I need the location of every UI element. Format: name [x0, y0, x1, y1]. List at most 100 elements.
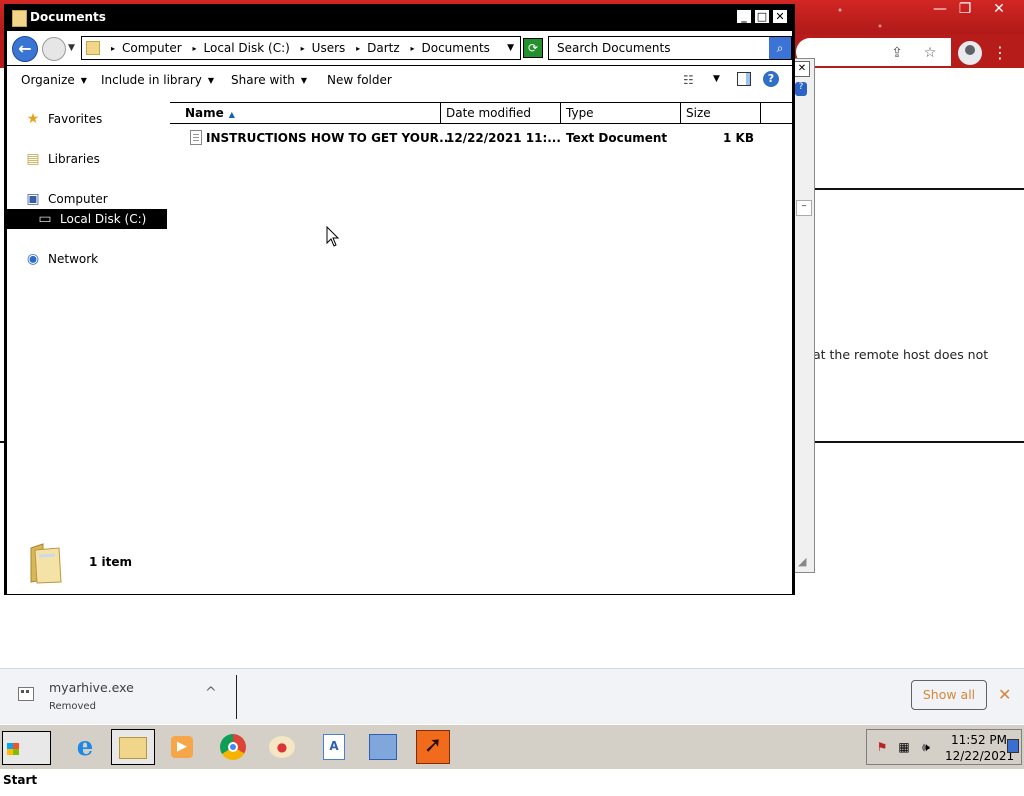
chevron-right-icon[interactable]: ▸: [410, 44, 414, 53]
chrome-close-button[interactable]: ✕: [984, 2, 1014, 18]
show-all-button[interactable]: Show all: [911, 680, 987, 710]
network-tool-icon[interactable]: [361, 729, 405, 765]
breadcrumb-users[interactable]: Users: [312, 41, 346, 55]
clock-time[interactable]: 11:52 PM: [951, 733, 1007, 747]
breadcrumb[interactable]: ▸ Computer ▸ Local Disk (C:) ▸ Users ▸ Dartz…: [81, 36, 521, 60]
volume-icon[interactable]: 🕪: [919, 740, 933, 754]
explorer-taskbar-button[interactable]: [111, 729, 155, 765]
column-divider[interactable]: [440, 103, 441, 124]
details-pane: 1 item: [7, 534, 792, 594]
forward-button[interactable]: [42, 37, 66, 61]
folder-icon: [86, 41, 100, 55]
close-icon[interactable]: ✕: [794, 61, 810, 77]
nav-item-favorites[interactable]: ★ Favorites: [7, 109, 167, 129]
breadcrumb-local-disk[interactable]: Local Disk (C:): [204, 41, 290, 55]
nav-label: Local Disk (C:): [60, 212, 147, 226]
action-center-icon[interactable]: ⚑: [875, 740, 889, 754]
preview-pane-icon[interactable]: [737, 72, 751, 86]
bookmark-star-icon[interactable]: ☆: [921, 44, 939, 62]
page-divider: [812, 441, 1024, 443]
paint-icon[interactable]: ●: [260, 729, 304, 765]
chevron-right-icon[interactable]: ▸: [356, 44, 360, 53]
library-icon: ▤: [26, 151, 40, 167]
column-headers: Name ▲ Date modified Type Size: [170, 102, 792, 124]
background-dialog: [793, 58, 815, 573]
minimize-button[interactable]: _: [736, 9, 752, 24]
taskbar: Start e ▶ ● A ➚ ⚑ ▦ 🕪 11:52 PM 12/22/202…: [0, 724, 1024, 787]
nav-item-libraries[interactable]: ▤ Libraries: [7, 149, 167, 169]
refresh-button[interactable]: ⟳: [523, 38, 543, 58]
nav-item-network[interactable]: ◉ Network: [7, 249, 167, 269]
share-icon[interactable]: ⇪: [888, 44, 906, 62]
close-icon[interactable]: ✕: [998, 685, 1011, 704]
chrome-icon[interactable]: [211, 729, 255, 765]
chrome-error-message: at the remote host does not: [813, 347, 989, 362]
divider: [236, 675, 237, 719]
wordpad-icon[interactable]: A: [312, 729, 356, 765]
breadcrumb-dartz[interactable]: Dartz: [367, 41, 400, 55]
arrow-app-icon[interactable]: ➚: [411, 729, 455, 765]
chevron-right-icon[interactable]: ▸: [301, 44, 305, 53]
column-divider[interactable]: [680, 103, 681, 124]
address-history-dropdown[interactable]: ▼: [507, 43, 514, 53]
network-status-icon[interactable]: ▦: [897, 740, 911, 754]
breadcrumb-computer[interactable]: Computer: [122, 41, 182, 55]
maximize-button[interactable]: □: [754, 9, 770, 24]
start-button[interactable]: Start: [2, 731, 51, 787]
column-header-date-modified[interactable]: Date modified: [446, 106, 531, 120]
chevron-right-icon[interactable]: ▸: [193, 44, 197, 53]
chevron-right-icon[interactable]: ▸: [111, 44, 115, 53]
nav-label: Libraries: [48, 152, 100, 166]
internet-explorer-icon[interactable]: e: [63, 729, 107, 765]
close-button[interactable]: ✕: [772, 9, 788, 24]
explorer-titlebar[interactable]: Documents _ □ ✕: [5, 5, 794, 30]
organize-label: Organize: [21, 73, 75, 87]
explorer-window: Documents _ □ ✕ ← ▼ ▸ Computer ▸ Local Dis…: [4, 4, 795, 595]
nav-label: Favorites: [48, 112, 103, 126]
nav-item-computer[interactable]: ▣ Computer: [7, 189, 167, 209]
column-header-name[interactable]: Name ▲: [185, 106, 235, 120]
breadcrumb-documents[interactable]: Documents: [421, 41, 489, 55]
table-row[interactable]: INSTRUCTIONS HOW TO GET YOUR... 12/22/20…: [170, 128, 792, 150]
window-title: Documents: [30, 10, 106, 24]
new-folder-button[interactable]: New folder: [327, 73, 392, 87]
column-header-size[interactable]: Size: [686, 106, 711, 120]
start-label: Start: [3, 773, 38, 787]
search-icon[interactable]: ⌕: [769, 37, 791, 59]
share-with-button[interactable]: Share with ▼: [231, 73, 307, 87]
include-in-library-button[interactable]: Include in library ▼: [101, 73, 214, 87]
chevron-up-icon[interactable]: ^: [205, 685, 217, 701]
search-input[interactable]: Search Documents ⌕: [548, 36, 792, 60]
breadcrumb-path: ▸ Computer ▸ Local Disk (C:) ▸ Users ▸ Dartz…: [104, 41, 490, 55]
media-player-icon[interactable]: ▶: [160, 729, 204, 765]
chevron-down-icon[interactable]: ▼: [713, 74, 720, 84]
nav-item-local-disk[interactable]: ▭ Local Disk (C:): [7, 209, 167, 229]
resize-grip-icon[interactable]: ◢: [798, 555, 810, 568]
column-divider[interactable]: [560, 103, 561, 124]
column-divider[interactable]: [760, 103, 761, 124]
explorer-body: ★ Favorites ▤ Libraries ▣ Computer ▭ Loc…: [7, 94, 792, 594]
chrome-restore-button[interactable]: ❐: [950, 2, 980, 18]
download-filename[interactable]: myarhive.exe: [49, 680, 134, 695]
clock-date[interactable]: 12/22/2021: [945, 749, 1014, 763]
windows-logo-icon: [7, 742, 19, 755]
nav-label: Network: [48, 252, 99, 266]
search-placeholder: Search Documents: [557, 41, 671, 55]
folder-icon: [119, 737, 147, 759]
folder-icon: [12, 10, 27, 27]
nav-label: Computer: [48, 192, 108, 206]
column-header-label: Name: [185, 106, 224, 120]
scroll-arrow-icon[interactable]: ‒: [796, 200, 812, 216]
sort-ascending-icon: ▲: [228, 110, 235, 119]
organize-button[interactable]: Organize ▼: [21, 73, 87, 87]
chrome-menu-icon[interactable]: ⋮: [992, 42, 1008, 64]
help-icon[interactable]: ?: [763, 71, 779, 87]
views-icon[interactable]: ☷: [683, 73, 694, 87]
recent-pages-dropdown[interactable]: ▼: [68, 43, 75, 53]
show-desktop-button[interactable]: [1007, 739, 1019, 753]
help-icon[interactable]: ?: [795, 82, 807, 96]
column-header-type[interactable]: Type: [566, 106, 594, 120]
profile-avatar[interactable]: [958, 41, 982, 65]
file-type: Text Document: [566, 131, 668, 145]
back-button[interactable]: ←: [12, 36, 38, 62]
